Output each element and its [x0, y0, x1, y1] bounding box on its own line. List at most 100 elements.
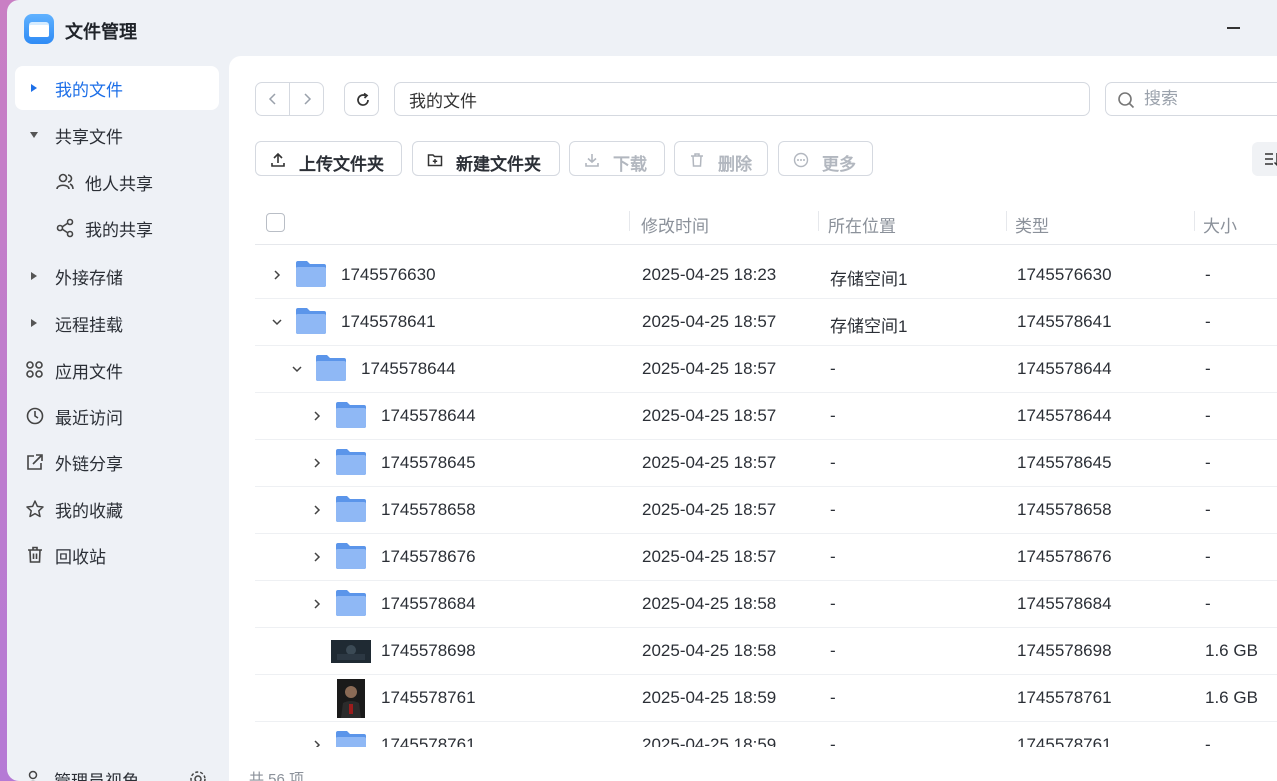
location-cell: -	[830, 453, 836, 472]
search-box[interactable]	[1105, 82, 1277, 116]
table-row[interactable]: 1745578698 2025-04-25 18:58 - 1745578698 1.6…	[255, 628, 1277, 675]
chevron-right-icon[interactable]	[311, 551, 323, 563]
sidebar-item-label: 他人共享	[85, 174, 153, 194]
folder-icon	[316, 355, 346, 381]
file-name[interactable]: 1745578641	[341, 312, 436, 332]
file-name[interactable]: 1745578658	[381, 500, 476, 520]
modified-cell: 2025-04-25 18:59	[642, 688, 777, 707]
file-name[interactable]: 1745578645	[381, 453, 476, 473]
sidebar-item-label: 我的文件	[55, 80, 123, 100]
sidebar-item-label: 外接存储	[55, 268, 123, 288]
size-cell: -	[1205, 265, 1211, 284]
minimize-button[interactable]	[1227, 20, 1241, 34]
sidebar-item-favorites[interactable]: 我的收藏	[15, 487, 219, 531]
sidebar-item-shared-with-me[interactable]: 他人共享	[15, 160, 219, 204]
table-row[interactable]: 1745578641 2025-04-25 18:57 存储空间1 174557864…	[255, 299, 1277, 346]
sidebar-item-app-files[interactable]: 应用文件	[15, 348, 219, 392]
table-row[interactable]: 1745578676 2025-04-25 18:57 - 1745578676 -	[255, 534, 1277, 581]
new-folder-button[interactable]: 新建文件夹	[412, 141, 560, 176]
more-button[interactable]: 更多	[778, 141, 873, 176]
sidebar-item-label: 共享文件	[55, 127, 123, 147]
sidebar-item-trash[interactable]: 回收站	[15, 533, 219, 577]
upload-folder-button[interactable]: 上传文件夹	[255, 141, 402, 176]
size-cell: -	[1205, 500, 1211, 519]
chevron-right-icon[interactable]	[311, 598, 323, 610]
main-panel: 上传文件夹 新建文件夹 下载 删除 更多 修改时间 所在位置 类型	[229, 56, 1277, 781]
file-name[interactable]: 1745578761	[381, 688, 476, 708]
chevron-down-icon[interactable]	[271, 316, 283, 328]
sidebar-item-shared-files[interactable]: 共享文件	[15, 113, 219, 157]
table-row[interactable]: 1745578684 2025-04-25 18:58 - 1745578684 -	[255, 581, 1277, 628]
users-icon	[56, 173, 74, 190]
size-cell: -	[1205, 594, 1211, 613]
modified-cell: 2025-04-25 18:57	[642, 312, 777, 331]
video-thumbnail-icon	[337, 679, 365, 718]
chevron-down-icon[interactable]	[291, 363, 303, 375]
app-window: 文件管理 我的文件 共享文件 他人共享 我的共享 外接存储 远程挂载 应用文件 …	[7, 0, 1277, 781]
app-title: 文件管理	[65, 22, 137, 42]
column-size[interactable]: 大小	[1203, 212, 1237, 237]
column-location[interactable]: 所在位置	[828, 212, 896, 237]
type-cell: 1745576630	[1017, 265, 1112, 284]
modified-cell: 2025-04-25 18:58	[642, 641, 777, 660]
download-icon	[585, 154, 599, 167]
upload-icon	[271, 152, 285, 167]
chevron-right-icon[interactable]	[311, 457, 323, 469]
sidebar-item-label: 外链分享	[55, 454, 123, 474]
forward-button[interactable]	[289, 82, 324, 116]
path-input[interactable]	[394, 82, 1090, 116]
sidebar-item-my-files[interactable]: 我的文件	[15, 66, 219, 110]
back-button[interactable]	[255, 82, 290, 116]
file-name[interactable]: 1745578761	[381, 735, 476, 747]
select-all-checkbox[interactable]	[266, 213, 285, 232]
sidebar-item-external-storage[interactable]: 外接存储	[15, 254, 219, 298]
column-type[interactable]: 类型	[1015, 212, 1049, 237]
sidebar-item-my-shares[interactable]: 我的共享	[15, 206, 219, 250]
location-cell: 存储空间1	[830, 270, 908, 289]
location-cell: 存储空间1	[830, 317, 908, 336]
file-name[interactable]: 1745578698	[381, 641, 476, 661]
share-icon	[56, 218, 74, 238]
admin-view-label[interactable]: 管理员视角	[54, 767, 139, 781]
gear-icon[interactable]	[189, 770, 207, 781]
size-cell: -	[1205, 453, 1211, 472]
table-row[interactable]: 1745578644 2025-04-25 18:57 - 1745578644 -	[255, 346, 1277, 393]
table-row[interactable]: 1745578761 2025-04-25 18:59 - 1745578761 -	[255, 722, 1277, 747]
size-cell: -	[1205, 359, 1211, 378]
clock-icon	[26, 407, 44, 425]
sort-button[interactable]	[1252, 142, 1277, 176]
file-name[interactable]: 1745578676	[381, 547, 476, 567]
sidebar-footer: 管理员视角	[7, 758, 229, 781]
chevron-right-icon[interactable]	[311, 739, 323, 747]
more-dots-icon	[793, 152, 809, 168]
table-row[interactable]: 1745576630 2025-04-25 18:23 存储空间1 174557663…	[255, 252, 1277, 299]
sidebar-item-label: 我的共享	[85, 220, 153, 240]
refresh-button[interactable]	[344, 82, 379, 116]
sidebar-item-recent[interactable]: 最近访问	[15, 394, 219, 438]
chevron-right-icon[interactable]	[271, 269, 283, 281]
modified-cell: 2025-04-25 18:57	[642, 453, 777, 472]
chevron-right-icon[interactable]	[311, 504, 323, 516]
button-label: 删除	[718, 155, 752, 174]
folder-plus-icon	[427, 154, 443, 167]
column-divider	[1194, 211, 1195, 231]
location-cell: -	[830, 641, 836, 660]
table-row[interactable]: 1745578644 2025-04-25 18:57 - 1745578644 -	[255, 393, 1277, 440]
table-row[interactable]: 1745578658 2025-04-25 18:57 - 1745578658 -	[255, 487, 1277, 534]
download-button[interactable]: 下载	[569, 141, 665, 176]
file-name[interactable]: 1745578684	[381, 594, 476, 614]
search-input[interactable]	[1144, 88, 1277, 110]
file-name[interactable]: 1745576630	[341, 265, 436, 285]
column-modified[interactable]: 修改时间	[641, 212, 709, 237]
table-row[interactable]: 1745578761 2025-04-25 18:59 - 1745578761 1.6…	[255, 675, 1277, 722]
table-row[interactable]: 1745578645 2025-04-25 18:57 - 1745578645 -	[255, 440, 1277, 487]
file-name[interactable]: 1745578644	[381, 406, 476, 426]
sidebar-item-remote-mount[interactable]: 远程挂载	[15, 301, 219, 345]
type-cell: 1745578645	[1017, 453, 1112, 472]
apps-grid-icon	[26, 361, 43, 378]
star-icon	[26, 500, 44, 518]
sidebar-item-link-share[interactable]: 外链分享	[15, 440, 219, 484]
delete-button[interactable]: 删除	[674, 141, 768, 176]
chevron-right-icon[interactable]	[311, 410, 323, 422]
file-name[interactable]: 1745578644	[361, 359, 456, 379]
